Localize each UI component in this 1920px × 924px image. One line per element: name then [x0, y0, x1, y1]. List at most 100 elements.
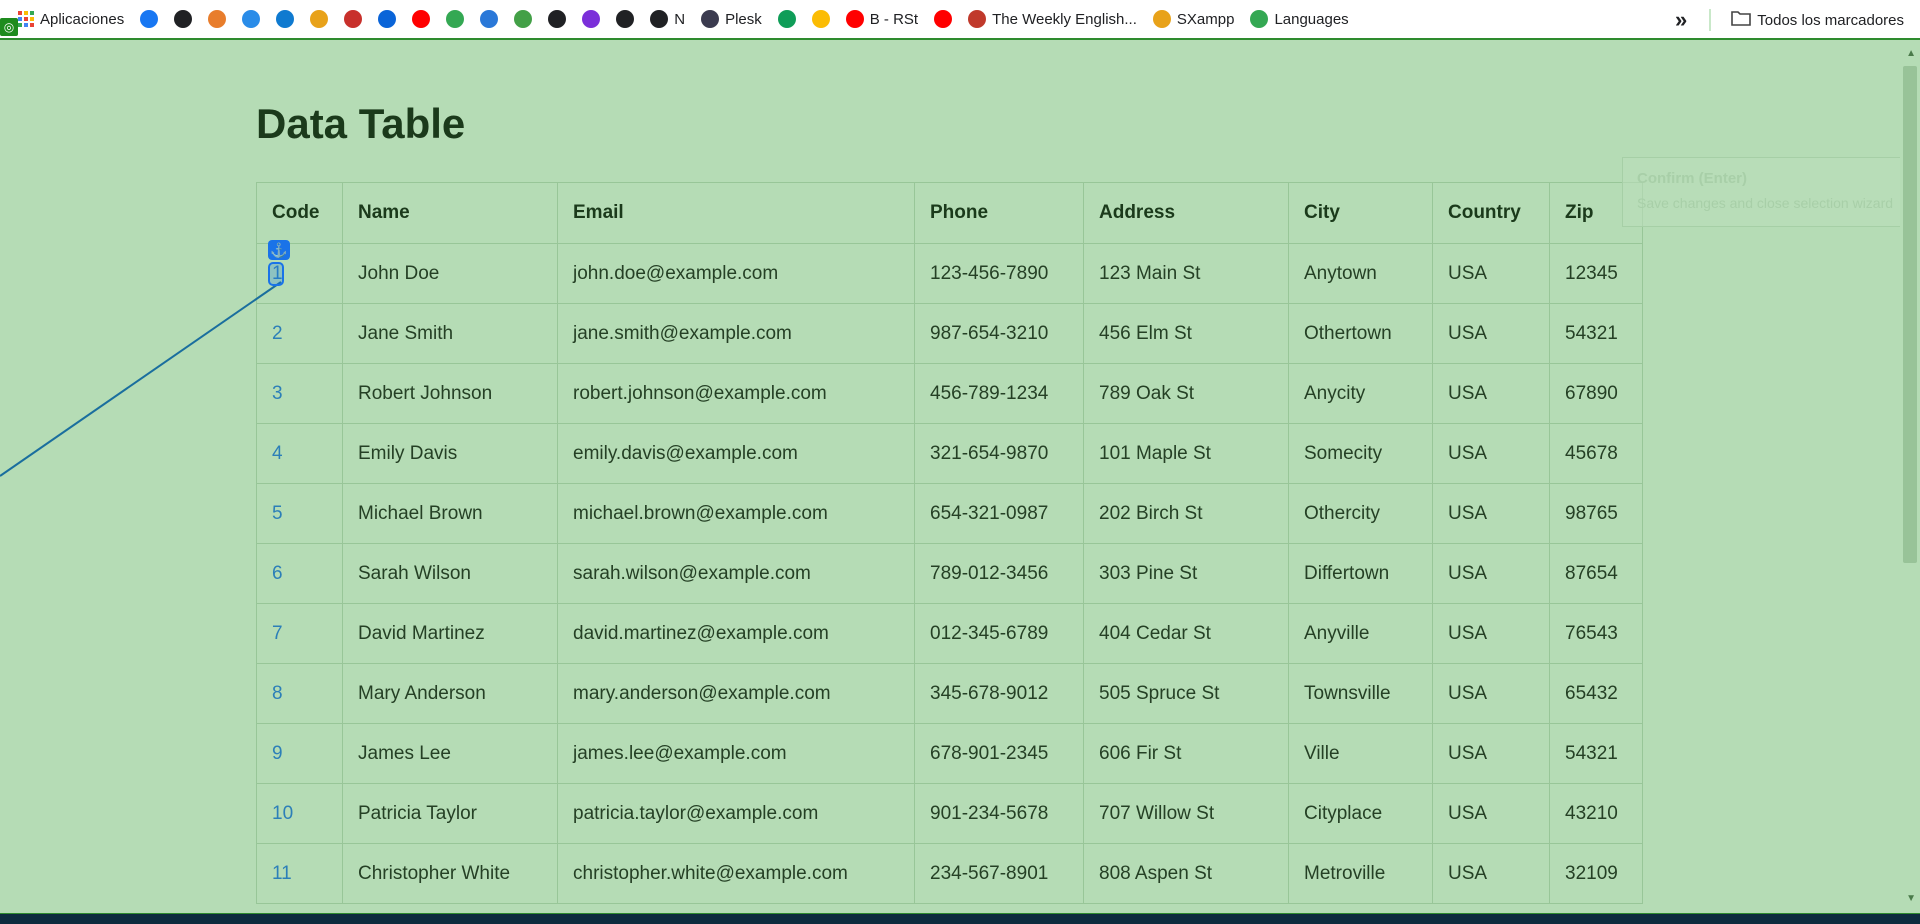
- youtube-icon: [412, 10, 431, 28]
- code-link[interactable]: 2: [256, 303, 343, 364]
- u-icon: [582, 10, 601, 28]
- apps-bookmark[interactable]: Aplicaciones: [0, 0, 132, 39]
- code-link[interactable]: 9: [256, 723, 343, 784]
- column-header-email[interactable]: Email: [557, 182, 915, 244]
- table-cell: USA: [1432, 483, 1550, 544]
- all-bookmarks-label: Todos los marcadores: [1757, 11, 1904, 29]
- table-cell: 101 Maple St: [1083, 423, 1289, 484]
- table-row: 11 Christopher White christopher.white@exa…: [256, 843, 1643, 904]
- bookmarks-bar: Aplicaciones N Plesk B - RSt The Weekly Eng…: [0, 0, 1920, 40]
- table-cell: USA: [1432, 663, 1550, 724]
- scroll-down-arrow-icon[interactable]: ▼: [1906, 893, 1916, 904]
- github-icon: [650, 10, 669, 28]
- bookmark-item[interactable]: [200, 0, 234, 39]
- bookmark-item[interactable]: [404, 0, 438, 39]
- more-bookmarks-button[interactable]: »: [1665, 7, 1697, 33]
- bookmark-item[interactable]: [370, 0, 404, 39]
- bookmark-item[interactable]: [302, 0, 336, 39]
- anchor-icon[interactable]: ⚓: [268, 240, 290, 260]
- bookmark-label: SXampp: [1176, 10, 1235, 28]
- table-row: 7 David Martinez david.martinez@example.co…: [256, 603, 1643, 664]
- scrollbar-thumb[interactable]: [1903, 66, 1917, 563]
- table-cell: 012-345-6789: [914, 603, 1084, 664]
- bookmark-item[interactable]: B - RSt: [838, 0, 926, 39]
- bookmark-item[interactable]: SXampp: [1145, 0, 1243, 39]
- code-link[interactable]: 4: [256, 423, 343, 484]
- bookmark-item[interactable]: [608, 0, 642, 39]
- column-header-city[interactable]: City: [1288, 182, 1433, 244]
- table-cell: Michael Brown: [342, 483, 558, 544]
- plesk-icon: [701, 10, 720, 28]
- table-cell: 54321: [1549, 303, 1643, 364]
- column-header-country[interactable]: Country: [1432, 182, 1550, 244]
- table-cell: Somecity: [1288, 423, 1433, 484]
- bookmark-item[interactable]: [804, 0, 838, 39]
- table-cell: Sarah Wilson: [342, 543, 558, 604]
- drive-icon: [1250, 10, 1269, 28]
- table-cell: USA: [1432, 363, 1550, 424]
- table-cell: 901-234-5678: [914, 783, 1084, 844]
- all-bookmarks-button[interactable]: Todos los marcadores: [1723, 0, 1920, 40]
- column-header-name[interactable]: Name: [342, 182, 558, 244]
- code-link[interactable]: 5: [256, 483, 343, 544]
- table-cell: 505 Spruce St: [1083, 663, 1289, 724]
- table-row: 6 Sarah Wilson sarah.wilson@example.com 789…: [256, 543, 1643, 604]
- bookmark-item[interactable]: Plesk: [693, 0, 770, 39]
- table-cell: 234-567-8901: [914, 843, 1084, 904]
- tooltip-title: Confirm (Enter): [1637, 170, 1747, 187]
- table-cell: Emily Davis: [342, 423, 558, 484]
- bookmark-item[interactable]: [234, 0, 268, 39]
- table-cell: 678-901-2345: [914, 723, 1084, 784]
- bookmark-item[interactable]: Languages: [1242, 0, 1356, 39]
- edge-icon: [242, 10, 261, 28]
- table-cell: 76543: [1549, 603, 1643, 664]
- scroll-up-arrow-icon[interactable]: ▲: [1906, 48, 1916, 59]
- code-link[interactable]: 7: [256, 603, 343, 664]
- bookmark-item[interactable]: [770, 0, 804, 39]
- table-cell: 43210: [1549, 783, 1643, 844]
- code-link[interactable]: 11: [256, 843, 343, 904]
- bookmark-item[interactable]: [336, 0, 370, 39]
- code-link[interactable]: 3: [256, 363, 343, 424]
- table-cell: Jane Smith: [342, 303, 558, 364]
- table-cell: USA: [1432, 723, 1550, 784]
- code-link[interactable]: 8: [256, 663, 343, 724]
- table-cell: 345-678-9012: [914, 663, 1084, 724]
- pdf-icon: [344, 10, 363, 28]
- table-cell: 456-789-1234: [914, 363, 1084, 424]
- table-cell: Townsville: [1288, 663, 1433, 724]
- code-link[interactable]: 10: [256, 783, 343, 844]
- github-icon: [548, 10, 567, 28]
- bookmark-item[interactable]: [574, 0, 608, 39]
- facebook-icon: [140, 10, 159, 28]
- table-cell: 32109: [1549, 843, 1643, 904]
- table-cell: Cityplace: [1288, 783, 1433, 844]
- selection-handle[interactable]: [268, 262, 284, 286]
- bookmark-item[interactable]: N: [642, 0, 693, 39]
- bookmark-item[interactable]: [506, 0, 540, 39]
- bookmark-item[interactable]: [438, 0, 472, 39]
- table-cell: Anytown: [1288, 243, 1433, 304]
- column-header-address[interactable]: Address: [1083, 182, 1289, 244]
- bookmark-item[interactable]: [268, 0, 302, 39]
- column-header-phone[interactable]: Phone: [914, 182, 1084, 244]
- data-table: Code Name Email Phone Address City Country Zip …: [256, 182, 1643, 904]
- table-cell: robert.johnson@example.com: [557, 363, 915, 424]
- bookmark-item[interactable]: The Weekly English...: [960, 0, 1145, 39]
- youtube-icon: [934, 10, 953, 28]
- bookmark-item[interactable]: [132, 0, 166, 39]
- maps-icon: [446, 10, 465, 28]
- table-cell: Mary Anderson: [342, 663, 558, 724]
- column-header-code[interactable]: Code: [256, 182, 343, 244]
- table-cell: James Lee: [342, 723, 558, 784]
- table-cell: sarah.wilson@example.com: [557, 543, 915, 604]
- bookmark-item[interactable]: [166, 0, 200, 39]
- bookmark-item[interactable]: [926, 0, 960, 39]
- extension-target-icon[interactable]: ◎: [0, 18, 18, 36]
- globe-icon: [616, 10, 635, 28]
- bookmark-item[interactable]: [540, 0, 574, 39]
- code-link[interactable]: 6: [256, 543, 343, 604]
- bookmark-item[interactable]: [472, 0, 506, 39]
- table-cell: Differtown: [1288, 543, 1433, 604]
- table-cell: 987-654-3210: [914, 303, 1084, 364]
